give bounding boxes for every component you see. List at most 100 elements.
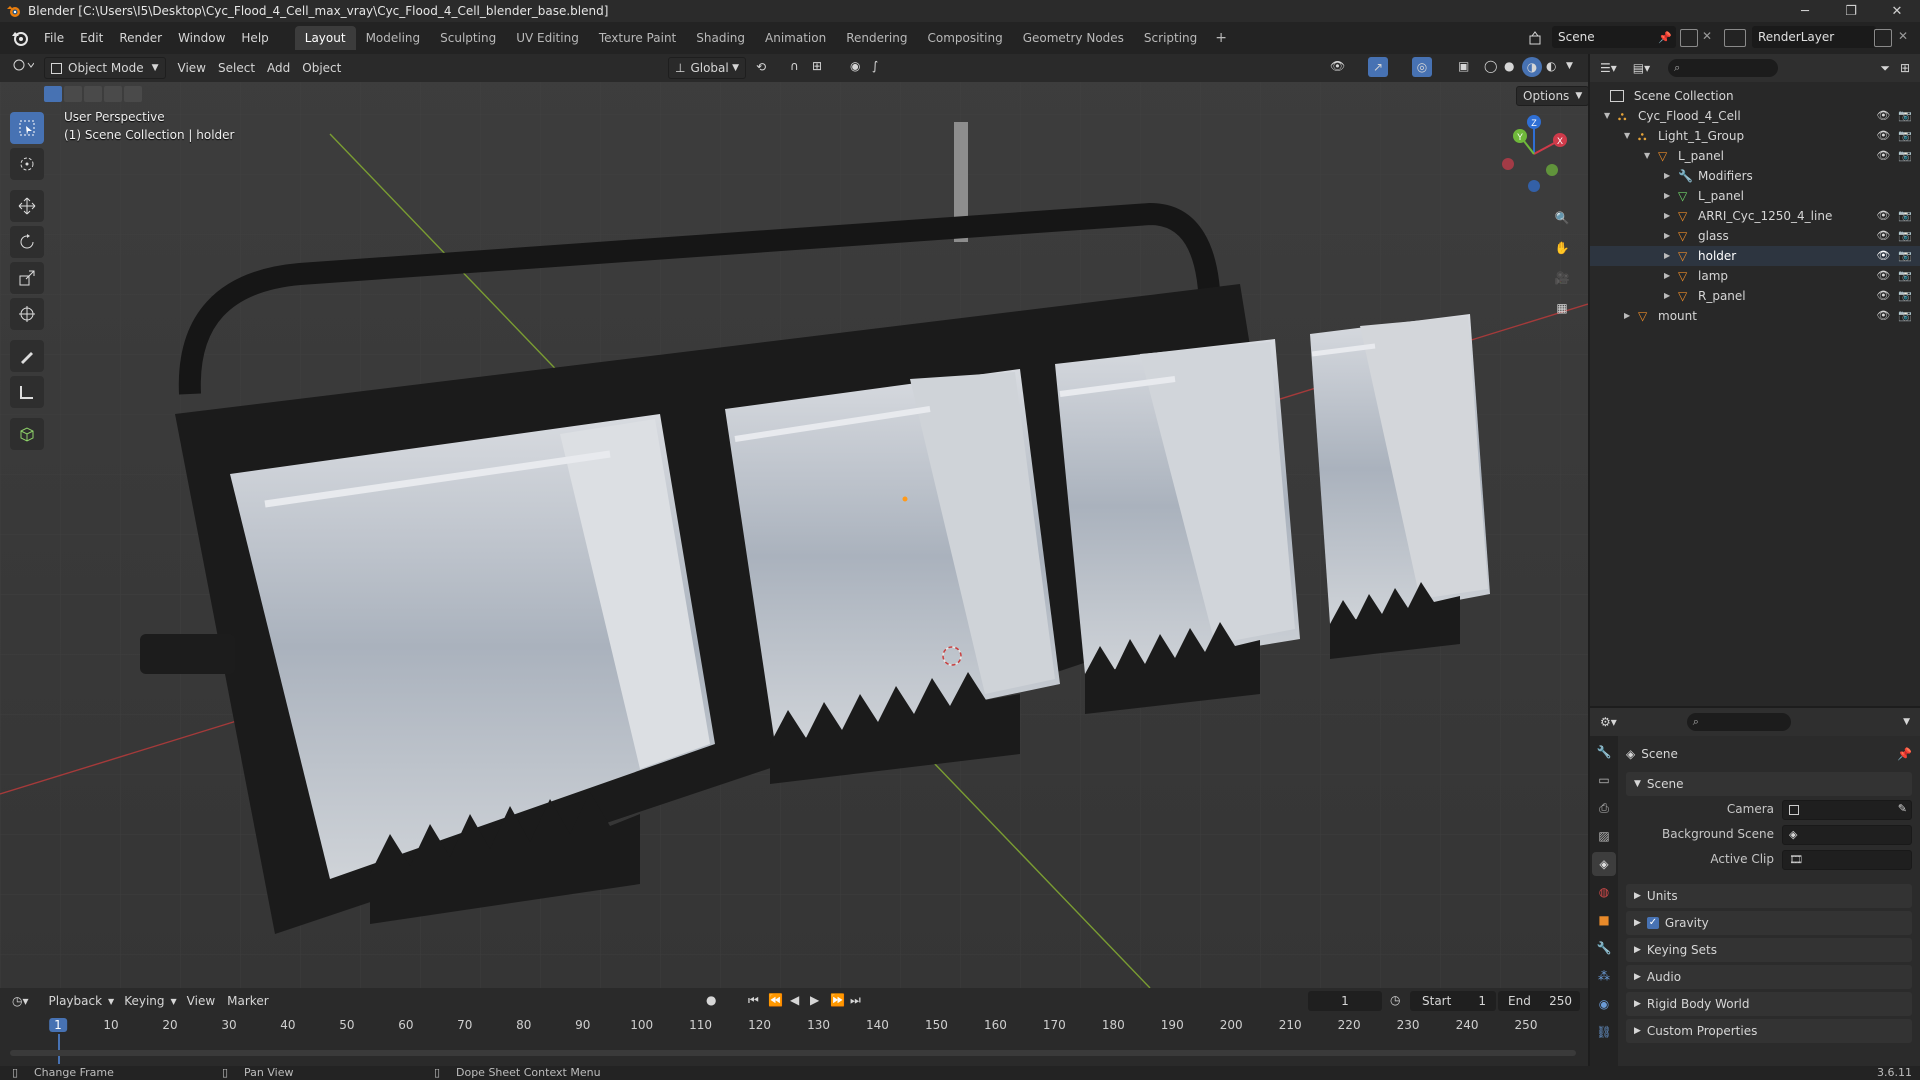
outliner-editor-type-icon[interactable]: ☰▾ [1600,61,1617,75]
select-box-tool[interactable] [10,112,44,144]
start-frame-field[interactable]: Start 1 [1410,991,1496,1011]
tab-compositing[interactable]: Compositing [917,26,1012,50]
wireframe-shading-icon[interactable]: ◯ [1484,59,1497,73]
properties-editor-type-icon[interactable]: ⚙▾ [1600,715,1617,729]
active-clip-field[interactable]: 🎞 [1782,850,1912,870]
jump-end-icon[interactable]: ⏭ [850,993,861,1008]
tab-modeling[interactable]: Modeling [356,26,431,50]
playhead-line[interactable] [58,1034,60,1064]
delete-render-layer-icon[interactable]: ✕ [1898,29,1908,43]
outliner-row[interactable]: ▶ ▽ holder 👁 📷 [1590,246,1920,266]
units-panel-header[interactable]: ▶ Units [1626,884,1912,908]
expand-right-icon[interactable]: ▶ [1664,186,1670,206]
record-keyframe-icon[interactable]: ● [706,993,716,1007]
visibility-eye-icon[interactable]: 👁 [1876,206,1890,226]
scale-tool[interactable] [10,262,44,294]
jump-next-keyframe-icon[interactable]: ⏩ [830,993,845,1007]
object-tab[interactable]: ■ [1592,908,1616,932]
tab-scripting[interactable]: Scripting [1134,26,1207,50]
render-camera-icon[interactable]: 📷 [1898,126,1912,146]
render-layer-selector-icon[interactable] [1724,29,1746,47]
add-cube-tool[interactable] [10,418,44,450]
outliner-search-input[interactable]: ⌕ [1668,59,1779,77]
timeline-menu-playback[interactable]: Playback [43,990,109,1012]
render-layer-field[interactable]: RenderLayer [1752,26,1876,48]
delete-scene-icon[interactable]: ✕ [1702,29,1712,43]
eyedropper-icon[interactable]: ✎ [1898,802,1907,815]
render-camera-icon[interactable]: 📷 [1898,306,1912,326]
scene-tab[interactable]: ◈ [1592,852,1616,876]
world-tab[interactable]: ◍ [1592,880,1616,904]
timeline-scrollbar[interactable] [10,1050,1576,1056]
blender-menu-icon[interactable] [10,28,30,48]
expand-right-icon[interactable]: ▶ [1664,286,1670,306]
filter-icon[interactable]: ⏷ [1880,61,1890,76]
tab-uv-editing[interactable]: UV Editing [506,26,589,50]
move-tool[interactable] [10,190,44,222]
select-subtract-icon[interactable] [84,86,102,102]
transform-tool[interactable] [10,298,44,330]
visibility-eye-icon[interactable]: 👁 [1876,286,1890,306]
expand-down-icon[interactable]: ▼ [1604,106,1610,126]
play-icon[interactable]: ▶ [810,993,819,1007]
expand-right-icon[interactable]: ▶ [1664,226,1670,246]
expand-right-icon[interactable]: ▶ [1664,246,1670,266]
visibility-eye-icon[interactable]: 👁 [1876,266,1890,286]
pan-view-hand-icon[interactable]: ✋ [1548,234,1576,262]
rigid-body-world-panel-header[interactable]: ▶ Rigid Body World [1626,992,1912,1016]
maximize-button[interactable]: ❐ [1828,0,1874,22]
tab-rendering[interactable]: Rendering [836,26,917,50]
visibility-selectability-icon[interactable]: 👁 [1330,59,1345,73]
outliner-row[interactable]: ▶ ▽ R_panel 👁 📷 [1590,286,1920,306]
render-camera-icon[interactable]: 📷 [1898,106,1912,126]
close-button[interactable]: ✕ [1874,0,1920,22]
properties-options-chevron-icon[interactable]: ▼ [1903,717,1910,727]
outliner-row[interactable]: ▶ ▽ mount 👁 📷 [1590,306,1920,326]
select-extend-icon[interactable] [64,86,82,102]
scene-selector-icon[interactable] [1524,28,1550,48]
modifier-tab[interactable]: 🔧 [1592,936,1616,960]
end-frame-field[interactable]: End 250 [1498,991,1580,1011]
render-camera-icon[interactable]: 📷 [1898,266,1912,286]
add-workspace-button[interactable]: + [1207,30,1235,46]
tab-animation[interactable]: Animation [755,26,836,50]
overlays-toggle-icon[interactable]: ◎ [1412,57,1432,77]
play-reverse-icon[interactable]: ◀ [790,993,799,1007]
render-tab[interactable]: ▭ [1592,768,1616,792]
visibility-eye-icon[interactable]: 👁 [1876,246,1890,266]
material-shading-icon[interactable]: ◑ [1522,57,1542,77]
navigation-gizmo[interactable]: Z X Y [1494,114,1574,194]
rendered-shading-icon[interactable]: ◐ [1546,59,1556,73]
tab-texture-paint[interactable]: Texture Paint [589,26,686,50]
visibility-eye-icon[interactable]: 👁 [1876,146,1890,166]
render-camera-icon[interactable]: 📷 [1898,146,1912,166]
camera-view-icon[interactable]: 🎥 [1548,264,1576,292]
outliner-row[interactable]: ▼ ⛬ Light_1_Group 👁 📷 [1590,126,1920,146]
render-camera-icon[interactable]: 📷 [1898,206,1912,226]
visibility-eye-icon[interactable]: 👁 [1876,226,1890,246]
menu-window[interactable]: Window [170,22,233,54]
gravity-checkbox[interactable]: ✓ [1646,917,1659,929]
select-new-icon[interactable] [44,86,62,102]
timeline-menu-view[interactable]: View [181,990,221,1012]
timeline-ruler[interactable]: 1 10 20 30 40 50 60 70 80 90 100 110 120 130 140 150 160… [0,1014,1588,1066]
orthographic-toggle-icon[interactable]: ▦ [1548,294,1576,322]
new-scene-icon[interactable] [1680,29,1698,47]
menu-file[interactable]: File [36,22,72,54]
pivot-point-icon[interactable]: ⟲ [756,60,766,74]
outliner-root-row[interactable]: Scene Collection [1610,86,1734,106]
expand-right-icon[interactable]: ▶ [1664,266,1670,286]
physics-tab[interactable]: ◉ [1592,992,1616,1016]
jump-start-icon[interactable]: ⏮ [748,993,759,1008]
jump-prev-keyframe-icon[interactable]: ⏪ [768,993,783,1007]
gizmo-toggle-icon[interactable]: ↗ [1368,57,1388,77]
current-frame-marker[interactable]: 1 [49,1018,67,1032]
visibility-eye-icon[interactable]: 👁 [1876,306,1890,326]
snap-magnet-icon[interactable]: ∩ [790,59,799,73]
current-frame-field[interactable]: 1 [1308,991,1382,1011]
render-camera-icon[interactable]: 📷 [1898,246,1912,266]
transform-orientation-dropdown[interactable]: ⊥ Global ▼ [668,57,746,79]
expand-right-icon[interactable]: ▶ [1624,306,1630,326]
pin-icon[interactable]: 📌 [1897,747,1912,761]
snap-target-icon[interactable]: ⊞ [812,59,822,73]
